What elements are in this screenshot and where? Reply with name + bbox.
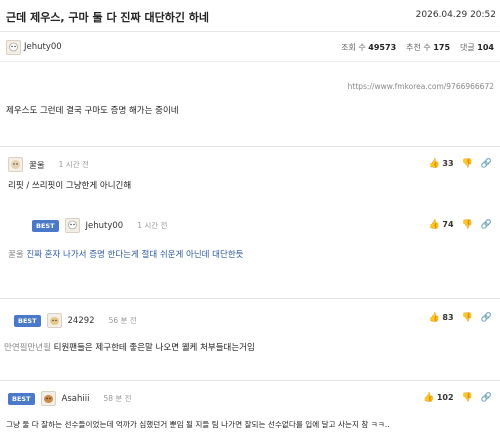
reply-reference[interactable]: 꿀울 xyxy=(8,250,24,260)
thumbs-up-icon: 👍 xyxy=(428,159,440,169)
avatar[interactable] xyxy=(8,157,23,172)
comments-label: 댓글 xyxy=(460,43,475,52)
comment-actions: 👍 33 👎 🔗 xyxy=(429,159,492,169)
post-author-row: Jehuty00 조회 수 49573 추천 수 175 댓글 104 xyxy=(0,32,500,62)
comment-time: 1 시간 전 xyxy=(58,160,89,169)
comment-text-row: 만연필만년필 티원팬들은 제구한테 좋은말 나오면 웰케 처부들대는거임 xyxy=(4,341,255,353)
comment-head: BEST Jehuty00 1 시간 전 xyxy=(32,218,167,233)
comment-actions: 👍 83 👎 🔗 xyxy=(429,313,492,323)
link-icon[interactable]: 🔗 xyxy=(481,313,492,323)
thumbs-down-icon[interactable]: 👎 xyxy=(462,220,473,230)
like-button[interactable]: 👍 74 xyxy=(429,220,454,230)
comment-text: 티원팬들은 제구한테 좋은말 나오면 웰케 처부들대는거임 xyxy=(53,343,255,353)
views-count: 49573 xyxy=(368,43,397,52)
link-icon[interactable]: 🔗 xyxy=(481,159,492,169)
comment-time: 56 분 전 xyxy=(108,316,137,325)
avatar[interactable] xyxy=(6,40,21,55)
thumbs-up-icon: 👍 xyxy=(423,393,435,403)
comment-text: 진짜 혼자 나가서 증명 한다는게 절대 쉬운게 아닌데 대단한듯 xyxy=(26,250,244,260)
link-icon[interactable]: 🔗 xyxy=(481,220,492,230)
post-title: 근데 제우스, 구마 둘 다 진짜 대단하긴 하네 xyxy=(6,11,210,24)
comment-head: BEST Asahiii 58 분 전 xyxy=(8,391,132,406)
comments-stat: 댓글 104 xyxy=(460,42,494,53)
thumbs-up-icon: 👍 xyxy=(428,313,440,323)
comment-item: 꿀울 1 시간 전 리핏 / 쓰리핏이 그냥한게 아니긴해 👍 33 👎 🔗 xyxy=(0,146,500,198)
comment-item: BEST 24292 56 분 전 만연필만년필 티원팬들은 제구한테 좋은말 … xyxy=(0,298,500,368)
like-count: 33 xyxy=(442,159,454,168)
like-count: 74 xyxy=(442,220,454,229)
post-body: 제우스도 그런데 결국 구마도 증명 해가는 중이네 xyxy=(6,106,179,116)
link-icon[interactable]: 🔗 xyxy=(481,393,492,403)
best-badge: BEST xyxy=(14,314,41,327)
avatar[interactable] xyxy=(46,313,62,328)
comment-author[interactable]: Asahiii xyxy=(62,394,90,404)
post-stats: 조회 수 49573 추천 수 175 댓글 104 xyxy=(341,42,494,53)
comment-actions: 👍 74 👎 🔗 xyxy=(429,220,492,230)
comment-actions: 👍 102 👎 🔗 xyxy=(423,393,492,403)
like-button[interactable]: 👍 33 xyxy=(429,159,454,169)
like-button[interactable]: 👍 102 xyxy=(423,393,453,403)
like-button[interactable]: 👍 83 xyxy=(429,313,454,323)
comment-item: BEST Asahiii 58 분 전 그냥 둘 다 잘하는 선수들이었는데 억… xyxy=(0,380,500,440)
comment-time: 1 시간 전 xyxy=(137,221,168,230)
comment-text-row: 꿀울 진짜 혼자 나가서 증명 한다는게 절대 쉬운게 아닌데 대단한듯 xyxy=(8,248,243,260)
comment-head: BEST 24292 56 분 전 xyxy=(14,313,137,328)
likes-label: 추천 수 xyxy=(406,43,431,52)
comment-head: 꿀울 1 시간 전 xyxy=(8,157,89,172)
likes-stat: 추천 수 175 xyxy=(406,42,450,53)
avatar[interactable] xyxy=(40,391,56,406)
best-badge: BEST xyxy=(8,392,35,405)
reply-reference[interactable]: 만연필만년필 xyxy=(4,343,51,353)
thumbs-down-icon[interactable]: 👎 xyxy=(462,393,473,403)
comment-item: BEST Jehuty00 1 시간 전 꿀울 진짜 혼자 나가서 증명 한다는… xyxy=(0,198,500,286)
comment-author[interactable]: 꿀울 xyxy=(29,159,45,171)
like-count: 102 xyxy=(436,393,454,402)
comment-author[interactable]: 24292 xyxy=(68,316,95,326)
like-count: 83 xyxy=(442,313,454,322)
post-date: 2026.04.29 20:52 xyxy=(415,10,496,20)
post-url[interactable]: https://www.fmkorea.com/9766966672 xyxy=(348,82,494,91)
thumbs-down-icon[interactable]: 👎 xyxy=(462,313,473,323)
likes-count: 175 xyxy=(433,43,451,52)
comment-text: 그냥 둘 다 잘하는 선수들이었는데 억까가 심했던거 뿐임 될 지들 팀 나가… xyxy=(6,420,390,429)
comment-time: 58 분 전 xyxy=(103,394,132,403)
post-author-name[interactable]: Jehuty00 xyxy=(24,42,62,52)
thumbs-up-icon: 👍 xyxy=(428,220,440,230)
comments-count: 104 xyxy=(477,43,494,52)
thumbs-down-icon[interactable]: 👎 xyxy=(462,159,473,169)
comment-text: 리핏 / 쓰리핏이 그냥한게 아니긴해 xyxy=(8,181,132,191)
post-header: 근데 제우스, 구마 둘 다 진짜 대단하긴 하네 2026.04.29 20:… xyxy=(0,0,500,32)
avatar[interactable] xyxy=(64,218,80,233)
comment-author[interactable]: Jehuty00 xyxy=(86,221,124,231)
views-stat: 조회 수 49573 xyxy=(341,42,396,53)
views-label: 조회 수 xyxy=(341,43,366,52)
best-badge: BEST xyxy=(32,219,59,232)
